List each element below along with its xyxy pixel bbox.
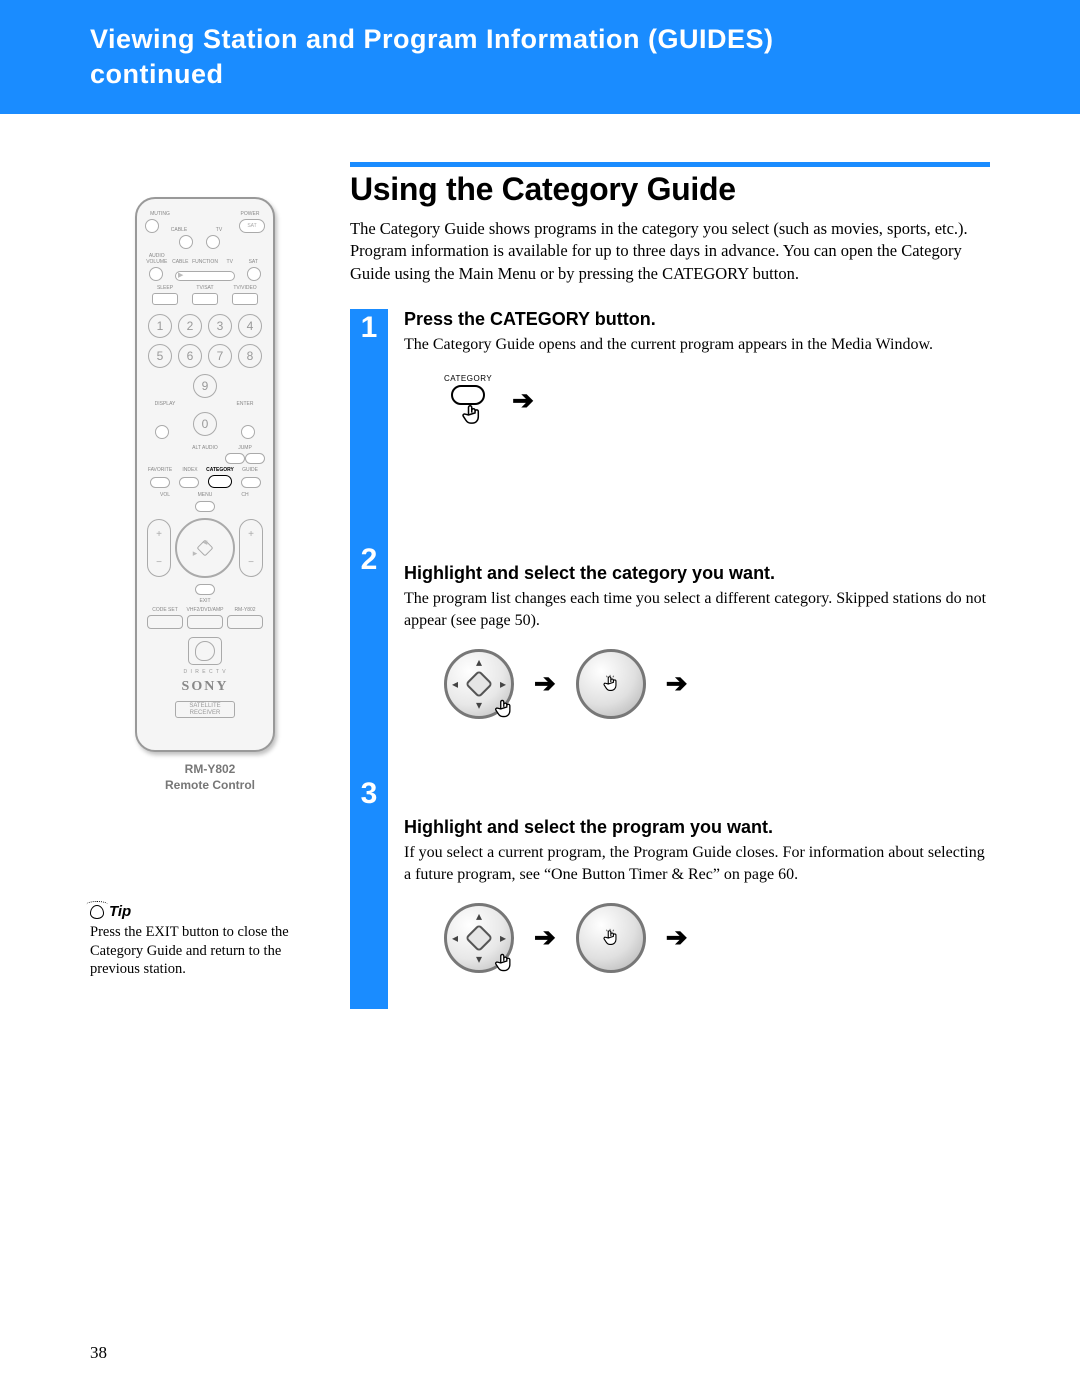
remote-sat-receiver-label: SATELLITE RECEIVER bbox=[175, 701, 235, 718]
arrow-right-icon: ➔ bbox=[512, 386, 534, 416]
step-2-head: Highlight and select the category you wa… bbox=[404, 563, 990, 584]
step-number-2: 2 bbox=[361, 543, 378, 577]
arrow-right-icon: ➔ bbox=[534, 669, 556, 699]
hand-press-icon bbox=[491, 950, 517, 976]
tip-block: Tip Press the EXIT button to close the C… bbox=[90, 903, 330, 977]
remote-label-muting: MUTING bbox=[145, 211, 175, 217]
right-column: Using the Category Guide The Category Gu… bbox=[350, 162, 990, 1009]
step-number-3: 3 bbox=[361, 777, 378, 811]
remote-caption: RM-Y802 Remote Control bbox=[135, 762, 285, 793]
navpad-arrows-icon: ▴▾◂▸ bbox=[444, 649, 514, 719]
navpad-arrows-icon: ▴▾◂▸ bbox=[444, 903, 514, 973]
page-header: Viewing Station and Program Information … bbox=[0, 0, 1080, 114]
directv-logo-icon bbox=[188, 637, 222, 665]
page-body: MUTINGPOWER CABLETVSAT AUDIO VOLUME CABL… bbox=[0, 162, 1080, 1009]
remote-function-slider bbox=[175, 271, 235, 281]
category-button-icon: CATEGORY bbox=[444, 374, 492, 429]
remote-vol-rocker: +− bbox=[147, 519, 171, 577]
remote-btn-category-highlight bbox=[208, 475, 232, 488]
step-1-diagram: CATEGORY ➔ bbox=[404, 374, 990, 429]
remote-btn-sat: SAT bbox=[239, 219, 265, 233]
step-2-body: The program list changes each time you s… bbox=[404, 588, 990, 631]
step-3-head: Highlight and select the program you wan… bbox=[404, 817, 990, 838]
steps-vertical-bar: 1 2 3 bbox=[350, 309, 388, 1009]
arrow-right-icon: ➔ bbox=[666, 669, 688, 699]
step-2: Highlight and select the category you wa… bbox=[404, 563, 990, 783]
step-1-head: Press the CATEGORY button. bbox=[404, 309, 990, 330]
tip-heading: Tip bbox=[90, 903, 330, 920]
step-3-body: If you select a current program, the Pro… bbox=[404, 842, 990, 885]
step-3: Highlight and select the program you wan… bbox=[404, 817, 990, 973]
hand-press-icon bbox=[458, 401, 486, 429]
step-2-diagram: ▴▾◂▸ ➔ ➔ bbox=[404, 649, 990, 719]
remote-btn-muting bbox=[145, 219, 159, 233]
remote-illustration: MUTINGPOWER CABLETVSAT AUDIO VOLUME CABL… bbox=[135, 197, 285, 793]
hand-press-icon bbox=[491, 696, 517, 722]
remote-label-category: CATEGORY bbox=[205, 467, 235, 473]
header-line-1: Viewing Station and Program Information … bbox=[90, 22, 1052, 57]
remote-body: MUTINGPOWER CABLETVSAT AUDIO VOLUME CABL… bbox=[135, 197, 275, 752]
remote-ch-rocker: +− bbox=[239, 519, 263, 577]
navpad-press-icon bbox=[576, 903, 646, 973]
step-3-diagram: ▴▾◂▸ ➔ ➔ bbox=[404, 903, 990, 973]
accent-rule bbox=[350, 162, 990, 167]
header-line-2: continued bbox=[90, 57, 1052, 92]
remote-nav-pad bbox=[175, 518, 235, 578]
arrow-right-icon: ➔ bbox=[534, 923, 556, 953]
step-1-body: The Category Guide opens and the current… bbox=[404, 334, 990, 356]
sony-logo: SONY bbox=[145, 679, 265, 695]
navpad-press-icon bbox=[576, 649, 646, 719]
page-number: 38 bbox=[90, 1343, 107, 1363]
intro-text: The Category Guide shows programs in the… bbox=[350, 218, 990, 285]
step-1: Press the CATEGORY button. The Category … bbox=[404, 309, 990, 529]
lightbulb-icon bbox=[90, 905, 104, 919]
remote-label-power: POWER bbox=[235, 211, 265, 217]
left-column: MUTINGPOWER CABLETVSAT AUDIO VOLUME CABL… bbox=[90, 162, 330, 1009]
steps-wrapper: 1 2 3 Press the CATEGORY button. The Cat… bbox=[350, 309, 990, 1009]
arrow-right-icon: ➔ bbox=[666, 923, 688, 953]
steps-content: Press the CATEGORY button. The Category … bbox=[404, 309, 990, 1009]
remote-numpad: 1 2 3 4 5 6 7 8 9 bbox=[145, 311, 265, 401]
step-number-1: 1 bbox=[361, 311, 378, 345]
section-title: Using the Category Guide bbox=[350, 171, 990, 208]
tip-body: Press the EXIT button to close the Categ… bbox=[90, 923, 330, 977]
